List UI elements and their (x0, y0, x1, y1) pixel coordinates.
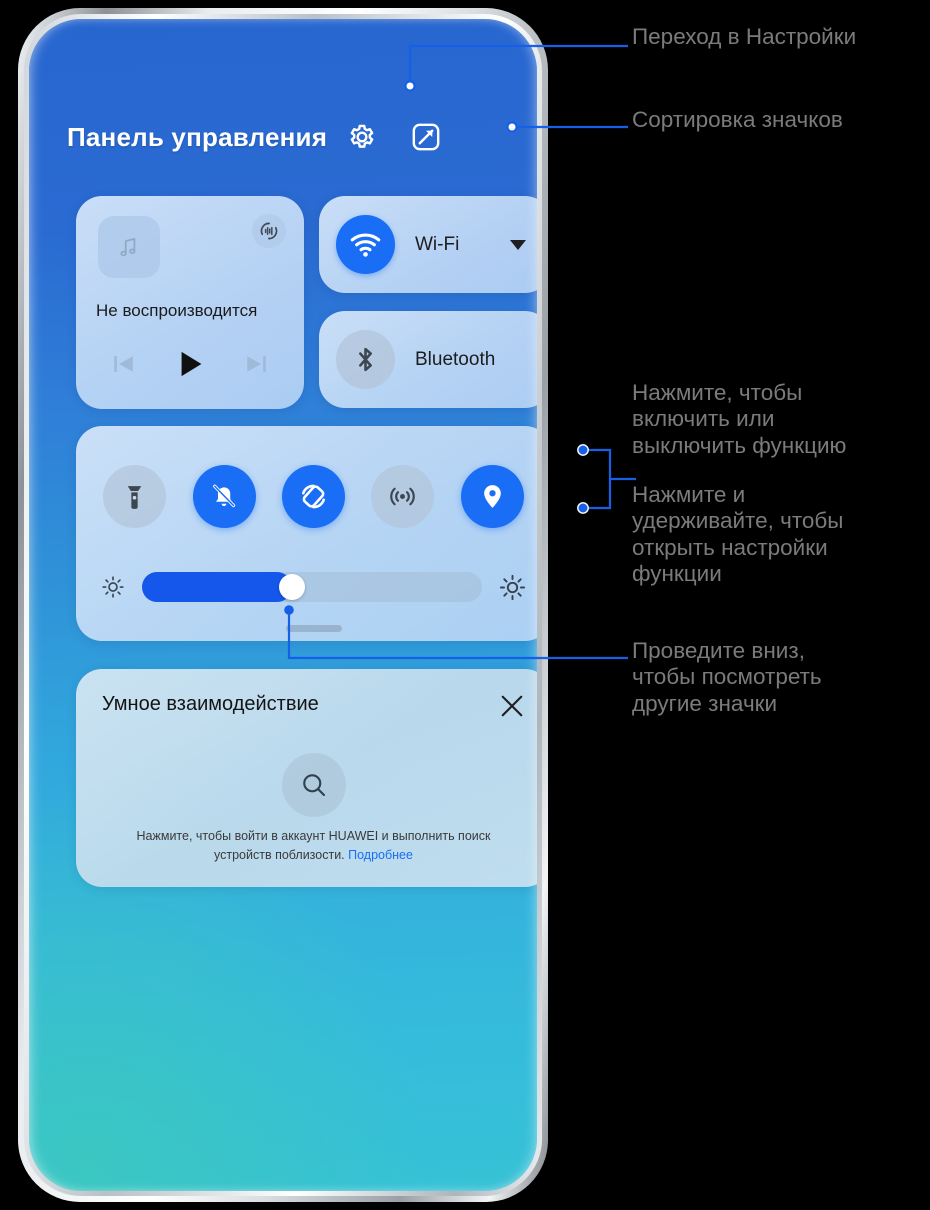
smart-interaction-description: Нажмите, чтобы войти в аккаунт HUAWEI и … (108, 827, 519, 866)
page-title: Панель управления (67, 121, 328, 152)
toggle-auto-rotate[interactable] (281, 464, 345, 528)
annotation-bracket-toggles (583, 448, 612, 510)
brightness-low-icon (102, 576, 124, 598)
wifi-label: Wi-Fi (415, 233, 460, 255)
toggle-flashlight[interactable] (103, 464, 167, 528)
media-status-text: Не воспроизводится (96, 301, 258, 320)
brightness-slider[interactable] (142, 572, 482, 602)
album-art-placeholder (98, 216, 160, 278)
phone-device: Панель управления Не воспроизводится Wi-… (18, 8, 548, 1202)
next-track-icon[interactable] (241, 349, 271, 379)
toggle-hotspot[interactable] (371, 464, 435, 528)
header-icon-group (345, 120, 443, 154)
toggle-silent[interactable] (192, 464, 256, 528)
control-panel-header: Панель управления (29, 111, 537, 163)
brightness-high-icon (499, 574, 526, 600)
smart-interaction-title: Умное взаимодействие (102, 693, 319, 715)
media-player-card[interactable]: Не воспроизводится (76, 196, 304, 409)
smart-learn-more-link[interactable]: Подробнее (348, 848, 413, 862)
play-icon[interactable] (172, 346, 208, 382)
edit-square-icon[interactable] (409, 120, 443, 154)
annotation-open-settings: Переход в Настройки (632, 24, 857, 49)
media-controls (76, 340, 304, 388)
annotation-sort-icons: Сортировка значков (632, 107, 843, 132)
location-pin-icon (483, 484, 501, 508)
brightness-row (76, 564, 537, 610)
quick-toggles-card (76, 426, 537, 641)
brightness-knob[interactable] (278, 574, 305, 600)
audio-output-icon[interactable] (252, 214, 286, 248)
panel-drag-handle[interactable] (285, 625, 342, 632)
annotation-swipe-down: Проведите вниз, чтобы посмотреть другие … (632, 638, 822, 716)
phone-screen: Панель управления Не воспроизводится Wi-… (29, 19, 537, 1191)
brightness-fill (142, 572, 292, 602)
bell-muted-icon (213, 484, 236, 508)
smart-search-button[interactable] (281, 753, 346, 817)
smart-interaction-card[interactable]: Умное взаимодействие Нажмите, чтобы войт… (76, 669, 537, 887)
hotspot-icon (390, 487, 416, 505)
gear-icon[interactable] (345, 120, 379, 154)
music-note-icon (120, 238, 136, 257)
annotation-tap-toggle: Нажмите, чтобы включить или выключить фу… (632, 380, 847, 458)
wifi-tile[interactable]: Wi-Fi (319, 196, 537, 293)
bluetooth-icon[interactable] (336, 330, 395, 389)
bluetooth-tile[interactable]: Bluetooth (319, 311, 537, 408)
smart-description-text: Нажмите, чтобы войти в аккаунт HUAWEI и … (136, 829, 491, 863)
toggle-location[interactable] (460, 464, 524, 528)
wifi-icon[interactable] (336, 215, 395, 274)
bluetooth-label: Bluetooth (415, 348, 496, 370)
close-icon[interactable] (497, 691, 527, 721)
prev-track-icon[interactable] (109, 349, 139, 379)
annotation-dot-hold (577, 502, 589, 514)
annotation-long-press: Нажмите и удерживайте, чтобы открыть нас… (632, 482, 844, 586)
search-icon (302, 774, 325, 797)
annotation-dot-tap (577, 444, 589, 456)
chevron-down-icon[interactable] (510, 239, 526, 250)
flashlight-icon (127, 485, 142, 509)
quick-toggles-row (76, 459, 537, 533)
auto-rotate-icon (301, 484, 325, 508)
